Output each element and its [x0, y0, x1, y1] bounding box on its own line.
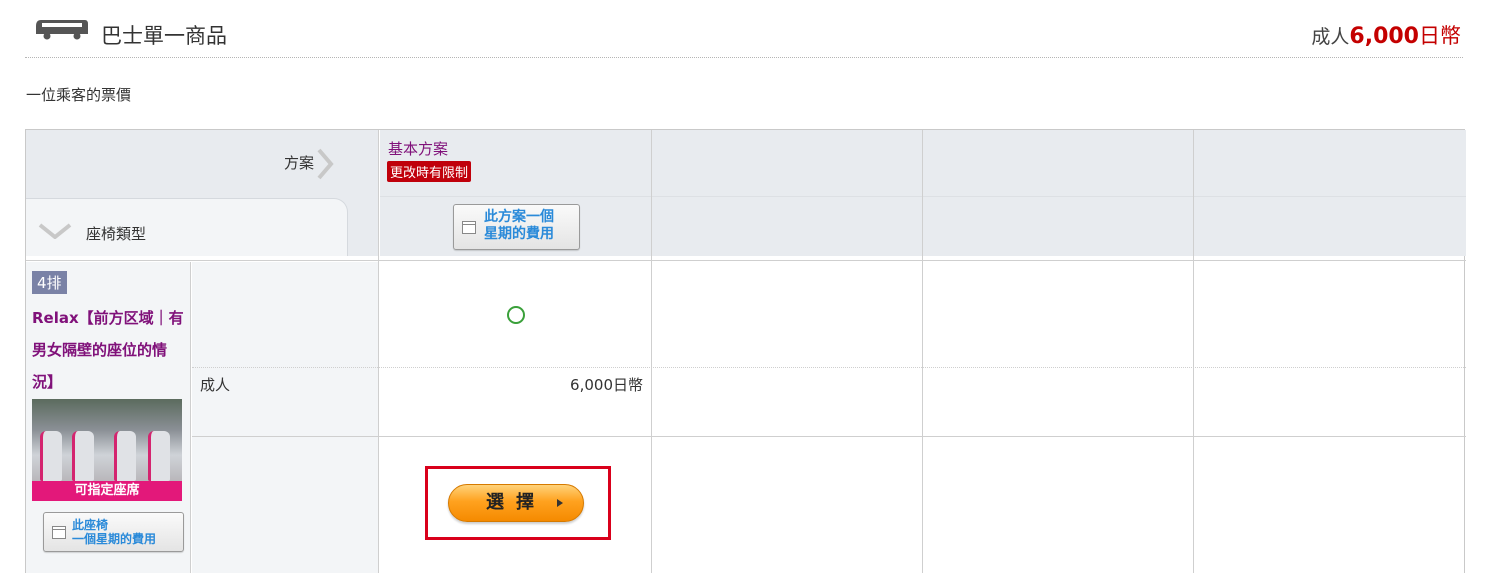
plan-name[interactable]: 基本方案: [388, 138, 448, 159]
calendar-icon: [52, 526, 66, 539]
plan-header-empty: [652, 130, 922, 256]
seat-week-button-line1: 此座椅: [72, 518, 109, 532]
seat-type-cell: 4排 Relax【前方区域｜有男女隔壁的座位的情況】 可指定座席 此座椅 一個星…: [26, 262, 190, 573]
header-price: 成人6,000日幣: [1311, 20, 1461, 50]
plan-week-button-line1: 此方案一個: [484, 209, 554, 225]
circle-available-icon: [507, 306, 525, 324]
change-restriction-badge: 更改時有限制: [387, 161, 472, 182]
plan-header-empty: [1194, 130, 1466, 256]
plan-week-button-line2: 星期的費用: [484, 226, 554, 242]
seat-type-tab[interactable]: 座椅類型: [26, 198, 348, 256]
seat-photo: 可指定座席: [32, 399, 182, 501]
fare-subtitle: 一位乘客的票價: [26, 86, 132, 104]
price-prefix: 成人: [1311, 26, 1350, 48]
plan-header-empty: [923, 130, 1193, 256]
header-corner: 方案 座椅類型: [26, 130, 378, 256]
seat-week-price-button[interactable]: 此座椅 一個星期的費用: [43, 512, 184, 552]
seat-week-button-line2: 一個星期的費用: [72, 532, 157, 546]
fare-amount: 6,000日幣: [570, 376, 643, 394]
chevron-right-icon: [317, 148, 334, 180]
plan-header-basic: 基本方案 更改時有限制 此方案一個 星期的費用: [380, 130, 651, 256]
chevron-down-icon: [38, 223, 72, 239]
price-value: 6,000: [1349, 24, 1419, 49]
seat-type-label: 座椅類型: [86, 225, 147, 243]
page-title: 巴士單一商品: [101, 24, 227, 48]
seat-photo-caption: 可指定座席: [32, 481, 182, 501]
select-button[interactable]: 選擇: [448, 484, 584, 522]
calendar-icon: [462, 221, 476, 234]
seat-type-name[interactable]: Relax【前方区域｜有男女隔壁的座位的情況】: [32, 302, 184, 398]
plan-table: 方案 座椅類型 基本方案 更改時有限制 此方案一個 星期的費用 4排 Relax…: [25, 129, 1466, 573]
passenger-type-label: 成人: [200, 376, 231, 394]
plan-week-price-button[interactable]: 此方案一個 星期的費用: [453, 204, 580, 250]
seat-row-badge: 4排: [32, 271, 67, 294]
bus-icon: [36, 20, 88, 40]
product-header: 巴士單一商品 成人6,000日幣: [25, 8, 1463, 58]
price-unit: 日幣: [1419, 24, 1461, 48]
plan-column-label: 方案: [283, 154, 314, 172]
select-button-label: 選擇: [486, 492, 546, 513]
passenger-column: 成人: [192, 262, 378, 573]
play-arrow-icon: [557, 499, 563, 507]
